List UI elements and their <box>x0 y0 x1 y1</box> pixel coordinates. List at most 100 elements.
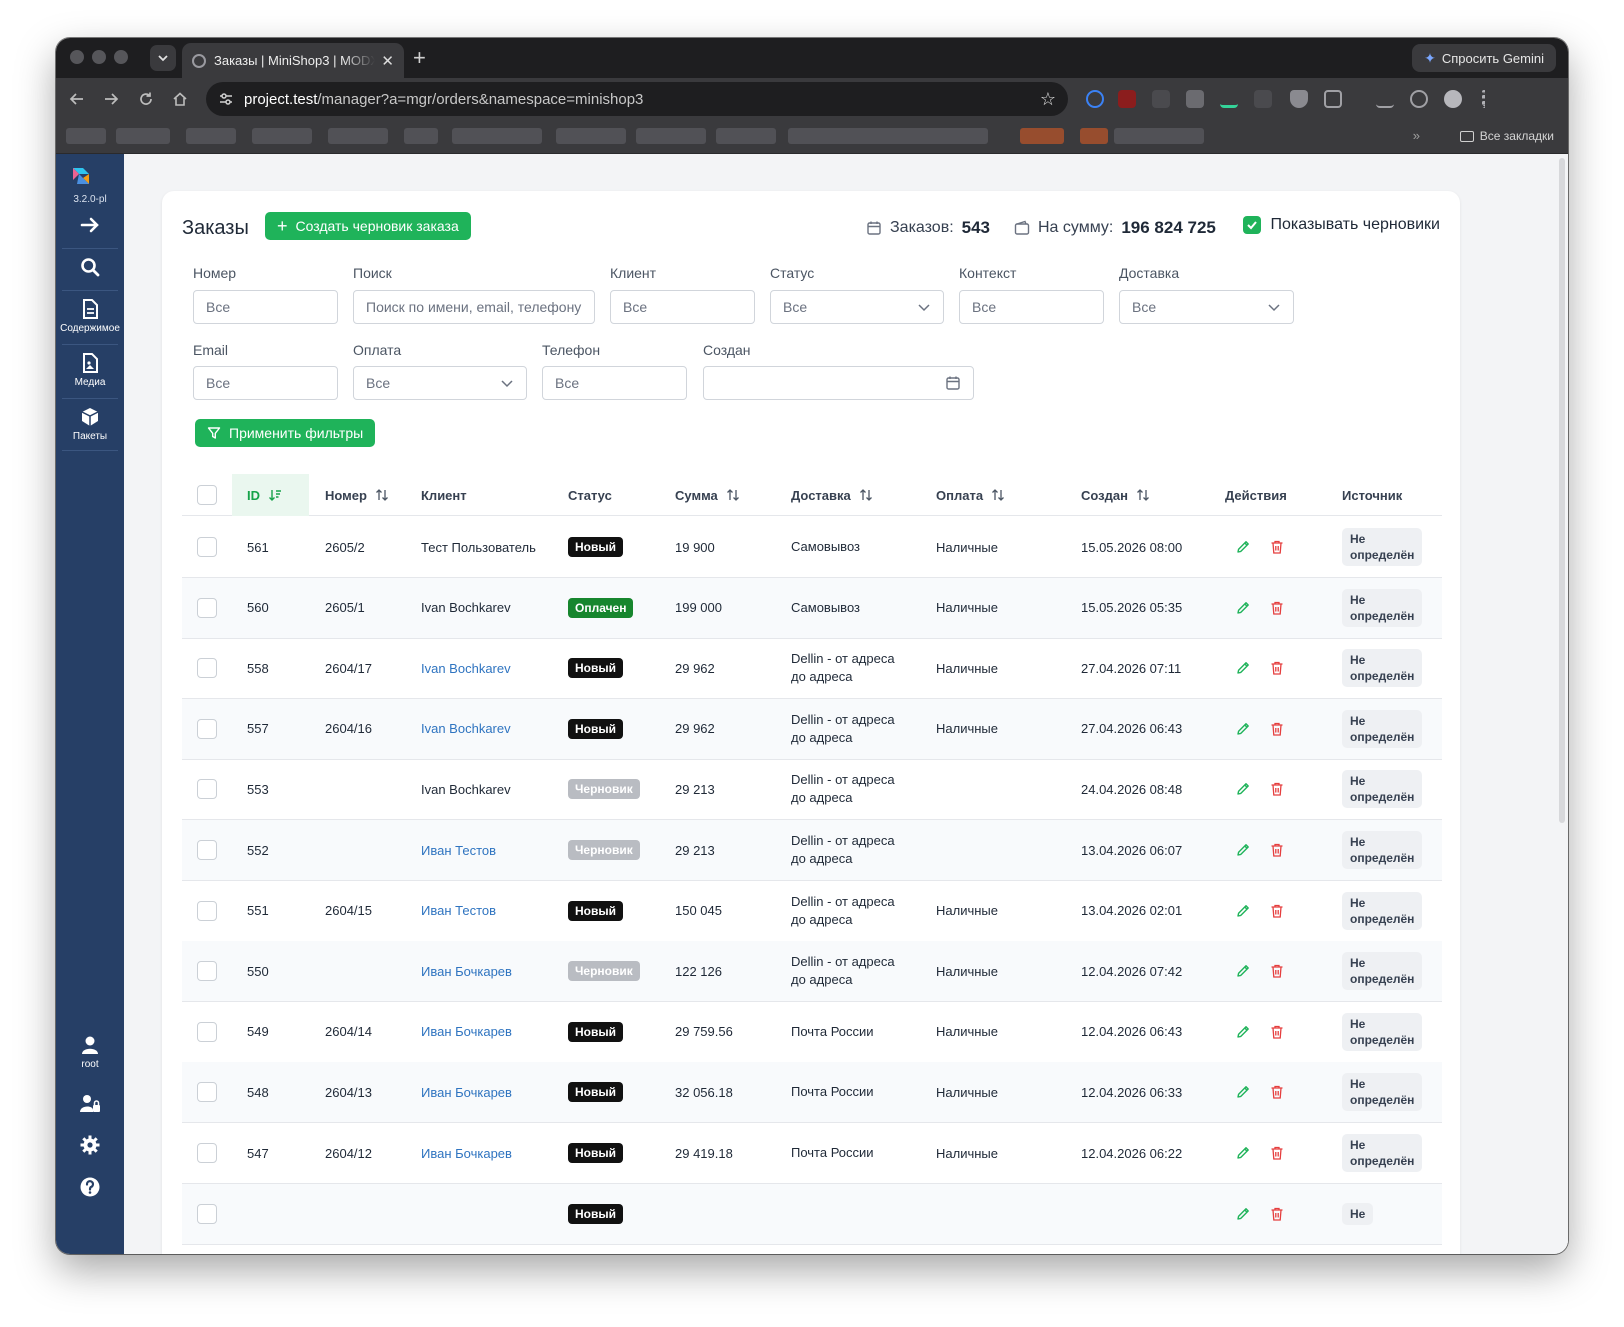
row-checkbox[interactable] <box>197 699 217 759</box>
sidebar-access-button[interactable] <box>56 1092 124 1114</box>
trash-icon[interactable] <box>1269 842 1285 858</box>
window-close-button[interactable] <box>70 50 84 64</box>
filter-phone-input[interactable]: Все <box>542 366 687 400</box>
bookmark-item[interactable] <box>1080 128 1108 144</box>
row-checkbox[interactable] <box>197 517 217 577</box>
bookmark-item[interactable] <box>1114 128 1204 144</box>
table-row[interactable]: 548 2604/13 Иван Бочкарев Новый 32 056.18 Поч… <box>182 1062 1442 1124</box>
table-row[interactable]: 561 2605/2 Тест Пользователь Новый 19 900 Сам… <box>182 517 1442 578</box>
order-client-link[interactable]: Ivan Bochkarev <box>421 699 511 759</box>
order-client-link[interactable]: Иван Бочкарев <box>421 1062 512 1122</box>
column-header-delivery[interactable]: Доставка <box>791 474 873 516</box>
new-tab-button[interactable]: + <box>413 44 426 72</box>
shield-icon[interactable] <box>1290 90 1308 108</box>
edit-pencil-icon[interactable] <box>1235 721 1251 737</box>
row-checkbox[interactable] <box>197 1184 217 1244</box>
edit-pencil-icon[interactable] <box>1235 903 1251 919</box>
browser-tab-active[interactable]: Заказы | MiniShop3 | MODX R ✕ <box>182 43 404 78</box>
extension-4-icon[interactable] <box>1186 90 1204 108</box>
filter-status-select[interactable]: Все <box>770 290 944 324</box>
edit-pencil-icon[interactable] <box>1235 660 1251 676</box>
select-all-checkbox[interactable] <box>197 474 217 516</box>
trash-icon[interactable] <box>1269 600 1285 616</box>
edit-pencil-icon[interactable] <box>1235 781 1251 797</box>
filter-created-datepicker[interactable] <box>703 366 974 400</box>
browser-menu-icon[interactable] <box>1482 90 1486 108</box>
home-button[interactable] <box>167 86 193 112</box>
column-header-id[interactable]: ID <box>232 474 309 516</box>
row-checkbox[interactable] <box>197 941 217 1001</box>
bookmark-item[interactable] <box>186 128 236 144</box>
sidebar-settings-button[interactable] <box>56 1134 124 1156</box>
bookmark-item[interactable] <box>716 128 776 144</box>
table-row[interactable]: 551 2604/15 Иван Тестов Новый 150 045 Dellin … <box>182 881 1442 942</box>
bookmark-item[interactable] <box>116 128 170 144</box>
address-bar[interactable]: project.test/manager?a=mgr/orders&namesp… <box>206 82 1068 116</box>
tab-search-button[interactable] <box>150 45 176 71</box>
sidebar-item-packages[interactable]: Пакеты <box>56 406 124 442</box>
trash-icon[interactable] <box>1269 1084 1285 1100</box>
trash-icon[interactable] <box>1269 660 1285 676</box>
row-checkbox[interactable] <box>197 638 217 698</box>
filter-email-input[interactable]: Все <box>193 366 338 400</box>
create-draft-order-button[interactable]: + Создать черновик заказа <box>265 212 471 240</box>
back-button[interactable] <box>64 86 90 112</box>
extension-1-icon[interactable] <box>1086 90 1104 108</box>
table-row[interactable]: 558 2604/17 Ivan Bochkarev Новый 29 962 Delli… <box>182 638 1442 700</box>
bookmarks-overflow-icon[interactable]: » <box>1413 128 1420 143</box>
column-header-sum[interactable]: Сумма <box>675 474 740 516</box>
trash-icon[interactable] <box>1269 539 1285 555</box>
edit-pencil-icon[interactable] <box>1235 1145 1251 1161</box>
bookmark-item[interactable] <box>788 128 988 144</box>
order-client-link[interactable]: Иван Тестов <box>421 820 496 880</box>
window-minimize-button[interactable] <box>92 50 106 64</box>
edit-pencil-icon[interactable] <box>1235 600 1251 616</box>
show-drafts-toggle[interactable]: Показывать черновики <box>1243 216 1440 234</box>
table-row[interactable]: 552 Иван Тестов Черновик 29 213 Dellin - от … <box>182 820 1442 881</box>
trash-icon[interactable] <box>1269 1145 1285 1161</box>
row-checkbox[interactable] <box>197 881 217 941</box>
column-header-created[interactable]: Создан <box>1081 474 1150 516</box>
table-row[interactable]: 553 Ivan Bochkarev Черновик 29 213 Dellin - … <box>182 759 1442 821</box>
site-settings-icon[interactable] <box>218 91 234 107</box>
row-checkbox[interactable] <box>197 1002 217 1062</box>
reload-button[interactable] <box>133 86 159 112</box>
bookmark-item[interactable] <box>1020 128 1064 144</box>
page-scrollbar-thumb[interactable] <box>1559 158 1565 823</box>
bookmark-item[interactable] <box>404 128 438 144</box>
trash-icon[interactable] <box>1269 721 1285 737</box>
order-client-link[interactable]: Иван Бочкарев <box>421 1123 512 1183</box>
bookmark-item[interactable] <box>328 128 388 144</box>
row-checkbox[interactable] <box>197 578 217 638</box>
table-row[interactable]: Новый Не <box>182 1183 1442 1245</box>
extension-3-icon[interactable] <box>1152 90 1170 108</box>
trash-icon[interactable] <box>1269 1024 1285 1040</box>
bookmark-item[interactable] <box>252 128 312 144</box>
extension-2-icon[interactable] <box>1118 90 1136 108</box>
sidebar-item-content[interactable]: Содержимое <box>56 298 124 334</box>
order-client-link[interactable]: Иван Тестов <box>421 881 496 941</box>
window-maximize-button[interactable] <box>114 50 128 64</box>
forward-button[interactable] <box>98 86 124 112</box>
page-scrollbar[interactable] <box>1556 154 1568 1254</box>
filter-delivery-select[interactable]: Все <box>1119 290 1294 324</box>
filter-context-input[interactable]: Все <box>959 290 1104 324</box>
table-row[interactable]: 557 2604/16 Ivan Bochkarev Новый 29 962 Delli… <box>182 698 1442 760</box>
edit-pencil-icon[interactable] <box>1235 1206 1251 1222</box>
bookmark-star-icon[interactable]: ☆ <box>1040 89 1056 110</box>
ask-gemini-button[interactable]: ✦ Спросить Gemini <box>1412 44 1556 72</box>
trash-icon[interactable] <box>1269 781 1285 797</box>
extensions-puzzle-icon[interactable] <box>1324 90 1342 108</box>
extension-6-icon[interactable] <box>1254 90 1272 108</box>
sidebar-search-button[interactable] <box>56 256 124 278</box>
sidebar-help-button[interactable] <box>56 1176 124 1198</box>
filter-client-input[interactable]: Все <box>610 290 755 324</box>
edit-pencil-icon[interactable] <box>1235 539 1251 555</box>
trash-icon[interactable] <box>1269 903 1285 919</box>
sidebar-expand-button[interactable] <box>56 214 124 236</box>
bookmark-item[interactable] <box>556 128 626 144</box>
apply-filters-button[interactable]: Применить фильтры <box>195 419 376 447</box>
bookmark-item[interactable] <box>452 128 542 144</box>
sidebar-user-button[interactable]: root <box>56 1034 124 1070</box>
edit-pencil-icon[interactable] <box>1235 963 1251 979</box>
